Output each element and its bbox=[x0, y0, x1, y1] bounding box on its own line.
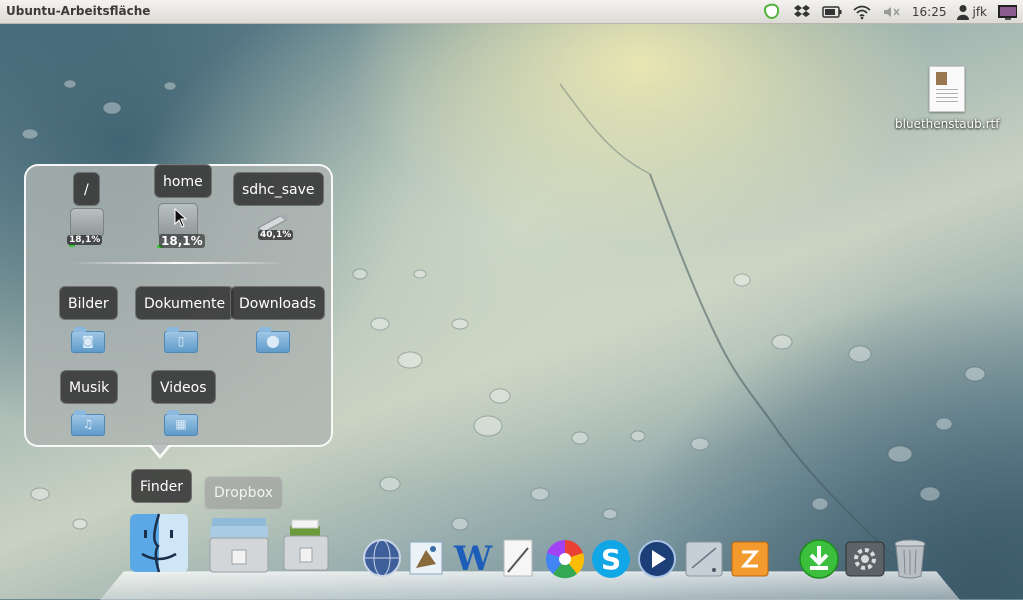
music-note-icon: ♫ bbox=[82, 417, 94, 431]
desktop-file-label: bluethenstaub.rtf bbox=[895, 117, 1000, 131]
word-processor-icon[interactable]: W bbox=[452, 538, 496, 582]
files-stack-icon[interactable] bbox=[208, 512, 269, 578]
drive-root-icon[interactable]: 18,1% bbox=[67, 208, 104, 247]
folder-bilder[interactable]: ◙ bbox=[71, 327, 105, 353]
folder-dokumente[interactable]: ▯ bbox=[164, 327, 198, 353]
folder-musik[interactable]: ♫ bbox=[71, 410, 105, 436]
finder-icon[interactable] bbox=[128, 512, 188, 578]
clock[interactable]: 16:25 bbox=[912, 5, 947, 19]
top-panel: Ubuntu-Arbeitsfläche 16:25 jfk bbox=[0, 0, 1023, 24]
folder-downloads-label[interactable]: Downloads bbox=[230, 286, 325, 320]
finder-tooltip: Finder bbox=[131, 469, 193, 503]
volume-muted-icon[interactable] bbox=[882, 2, 902, 22]
window-title: Ubuntu-Arbeitsfläche bbox=[6, 4, 151, 18]
folder-bilder-label[interactable]: Bilder bbox=[59, 286, 118, 320]
drive-home-label[interactable]: home bbox=[154, 164, 212, 198]
user-name[interactable]: jfk bbox=[972, 5, 987, 19]
stack-divider bbox=[70, 262, 286, 264]
film-icon: ▦ bbox=[175, 417, 187, 431]
archive-manager-icon[interactable] bbox=[730, 538, 774, 582]
skype-icon[interactable]: S bbox=[590, 538, 634, 582]
system-tray: 16:25 jfk bbox=[762, 0, 1017, 24]
text-editor-icon[interactable] bbox=[498, 538, 542, 582]
disk-utility-icon[interactable] bbox=[684, 538, 728, 582]
evernote-icon[interactable] bbox=[762, 2, 782, 22]
user-icon[interactable] bbox=[956, 2, 970, 22]
picasa-icon[interactable] bbox=[544, 538, 588, 582]
rtf-document-icon bbox=[929, 66, 965, 112]
drive-root-label[interactable]: / bbox=[73, 172, 100, 206]
folder-videos[interactable]: ▦ bbox=[164, 410, 198, 436]
drive-home-usage: 18,1% bbox=[159, 234, 205, 248]
drive-sdhc-usage: 40,1% bbox=[258, 230, 294, 240]
folder-downloads[interactable]: ⬤ bbox=[256, 327, 290, 353]
browser-globe-icon[interactable] bbox=[362, 538, 406, 582]
wifi-icon[interactable] bbox=[852, 2, 872, 22]
download-manager-icon[interactable] bbox=[798, 538, 842, 582]
dropbox-icon[interactable] bbox=[792, 2, 812, 22]
desktop-file[interactable]: bluethenstaub.rtf bbox=[895, 66, 999, 131]
battery-icon[interactable] bbox=[822, 2, 842, 22]
trash-icon[interactable] bbox=[892, 538, 936, 582]
mail-icon[interactable] bbox=[406, 538, 450, 582]
svg-text:W: W bbox=[453, 539, 493, 578]
drive-sdhc-label[interactable]: sdhc_save bbox=[233, 172, 324, 206]
svg-text:S: S bbox=[601, 543, 621, 576]
document-icon: ▯ bbox=[177, 334, 185, 348]
usb-drive-icon[interactable]: 40,1% bbox=[256, 212, 294, 240]
folder-videos-label[interactable]: Videos bbox=[151, 370, 216, 404]
download-icon: ⬤ bbox=[266, 334, 280, 348]
folder-musik-label[interactable]: Musik bbox=[60, 370, 119, 404]
system-preferences-icon[interactable] bbox=[844, 538, 888, 582]
drive-root-usage: 18,1% bbox=[67, 235, 103, 245]
dropbox-tooltip: Dropbox bbox=[204, 476, 283, 510]
stack-pointer bbox=[148, 443, 172, 459]
session-menu-icon[interactable] bbox=[997, 2, 1017, 22]
mouse-cursor-icon bbox=[174, 208, 188, 228]
folder-dokumente-label[interactable]: Dokumente bbox=[135, 286, 235, 320]
archive-icon[interactable] bbox=[280, 512, 338, 578]
camera-icon: ◙ bbox=[82, 334, 94, 348]
media-player-icon[interactable] bbox=[636, 538, 680, 582]
